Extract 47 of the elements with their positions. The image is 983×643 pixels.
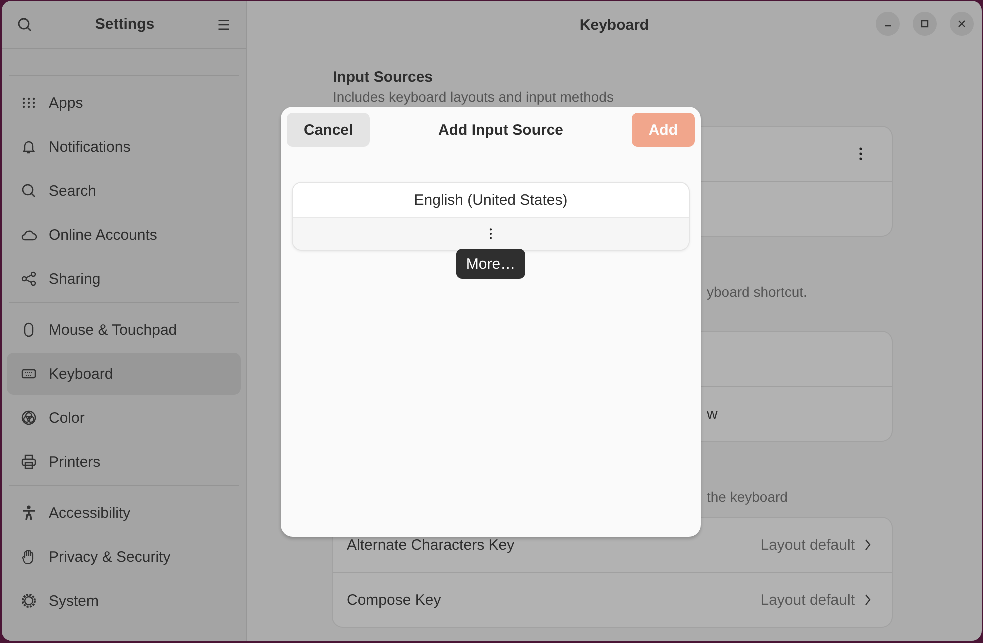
section-subtitle: Includes keyboard layouts and input methods <box>333 89 615 105</box>
sidebar-item[interactable]: Apps <box>7 82 241 124</box>
chevron-right-icon <box>865 539 871 551</box>
row-value: Layout default <box>760 592 855 608</box>
maximize-button[interactable] <box>913 12 937 36</box>
menu-icon[interactable] <box>217 18 231 32</box>
sidebar-item[interactable]: Mouse & Touchpad <box>7 309 241 351</box>
sidebar-title: Settings <box>95 16 155 33</box>
sidebar-item[interactable]: Search <box>7 170 241 212</box>
more-options-icon[interactable] <box>859 147 863 161</box>
row-label: Alternate Characters Key <box>347 536 515 554</box>
sidebar-item[interactable]: System <box>7 580 241 622</box>
section-title: Input Sources <box>333 69 434 87</box>
settings-row[interactable]: Compose Key Layout default <box>333 572 892 627</box>
cancel-button[interactable]: Cancel <box>287 113 370 147</box>
maximize-icon <box>920 19 930 29</box>
window-title: Keyboard <box>580 16 650 34</box>
sidebar-item[interactable]: Privacy & Security <box>7 536 241 578</box>
section-subtitle: the keyboard <box>706 489 789 505</box>
language-item[interactable]: English (United States) <box>293 183 689 218</box>
dialog-title: Add Input Source <box>438 122 564 138</box>
sidebar-item[interactable]: Color <box>7 397 241 439</box>
sidebar-item[interactable]: Accessibility <box>7 492 241 534</box>
bell-icon <box>21 139 37 155</box>
chevron-right-icon <box>865 594 871 606</box>
more-options-icon <box>489 228 493 240</box>
sidebar-item[interactable]: Keyboard <box>7 353 241 395</box>
sidebar-item[interactable]: Printers <box>7 441 241 483</box>
row-label: w <box>706 406 718 422</box>
row-label: Compose Key <box>347 592 442 608</box>
search-icon <box>21 183 37 199</box>
close-button[interactable] <box>950 12 974 36</box>
tooltip: More… <box>456 249 526 279</box>
color-circles-icon <box>21 410 37 426</box>
sidebar-item[interactable]: Online Accounts <box>7 214 241 256</box>
close-icon <box>957 19 967 29</box>
search-icon[interactable] <box>17 16 33 32</box>
sidebar-item[interactable]: Notifications <box>7 126 241 168</box>
gear-icon <box>21 593 37 609</box>
section-subtitle: yboard shortcut. <box>706 284 808 300</box>
settings-row[interactable]: Alternate Characters Key Layout default <box>333 518 892 572</box>
printer-icon <box>21 454 37 470</box>
apps-grid-icon <box>21 95 37 111</box>
person-icon <box>21 505 37 521</box>
share-icon <box>21 271 37 287</box>
sidebar-item[interactable]: Sharing <box>7 258 241 300</box>
row-value: Layout default <box>760 536 855 554</box>
